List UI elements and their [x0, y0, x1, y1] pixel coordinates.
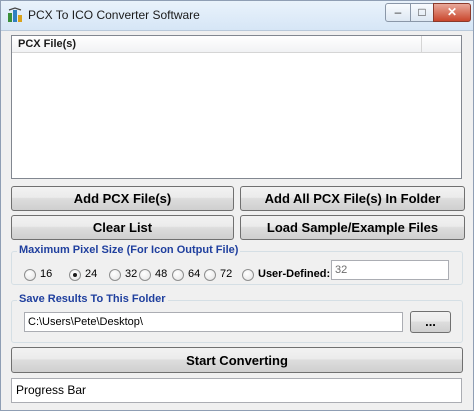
radio-label-32: 32 — [125, 268, 138, 280]
file-list[interactable]: PCX File(s) — [11, 35, 462, 179]
radio-label-48: 48 — [155, 268, 168, 280]
save-folder-path-input[interactable]: C:\Users\Pete\Desktop\ — [24, 312, 403, 332]
load-sample-button[interactable]: Load Sample/Example Files — [240, 215, 465, 240]
window-title: PCX To ICO Converter Software — [28, 8, 200, 22]
minimize-button[interactable]: – — [385, 3, 411, 22]
title-bar[interactable]: PCX To ICO Converter Software – □ ✕ — [1, 1, 473, 31]
add-folder-button[interactable]: Add All PCX File(s) In Folder — [240, 186, 465, 211]
pixel-size-group: Maximum Pixel Size (For Icon Output File… — [11, 244, 463, 285]
clear-list-button[interactable]: Clear List — [11, 215, 234, 240]
column-header-pcx-files[interactable]: PCX File(s) — [12, 36, 422, 53]
close-icon: ✕ — [446, 5, 458, 19]
radio-button[interactable] — [24, 269, 36, 281]
start-converting-button[interactable]: Start Converting — [11, 347, 463, 373]
app-window: PCX To ICO Converter Software – □ ✕ PCX … — [0, 0, 474, 411]
progress-bar-label: Progress Bar — [16, 383, 87, 397]
radio-label-72: 72 — [220, 268, 233, 280]
radio-label-64: 64 — [188, 268, 201, 280]
file-list-header: PCX File(s) — [12, 36, 461, 53]
maximize-button[interactable]: □ — [410, 3, 434, 22]
radio-button-selected[interactable] — [69, 269, 81, 281]
radio-button[interactable] — [204, 269, 216, 281]
close-button[interactable]: ✕ — [433, 3, 471, 22]
save-folder-group-label: Save Results To This Folder — [17, 293, 168, 305]
maximize-icon: □ — [418, 5, 426, 19]
radio-label-16: 16 — [40, 268, 53, 280]
radio-label-24: 24 — [85, 268, 98, 280]
user-defined-size-input[interactable]: 32 — [331, 260, 449, 280]
radio-button[interactable] — [242, 269, 254, 281]
app-converter-icon — [7, 7, 23, 23]
minimize-icon: – — [394, 5, 402, 19]
radio-button[interactable] — [109, 269, 121, 281]
pixel-size-group-label: Maximum Pixel Size (For Icon Output File… — [17, 244, 241, 256]
save-folder-group: Save Results To This Folder C:\Users\Pet… — [11, 293, 463, 343]
add-files-button[interactable]: Add PCX File(s) — [11, 186, 234, 211]
radio-button[interactable] — [139, 269, 151, 281]
user-defined-label: User-Defined: — [258, 268, 331, 280]
radio-button[interactable] — [172, 269, 184, 281]
browse-folder-button[interactable]: ... — [410, 311, 451, 333]
progress-bar: Progress Bar — [11, 378, 462, 403]
